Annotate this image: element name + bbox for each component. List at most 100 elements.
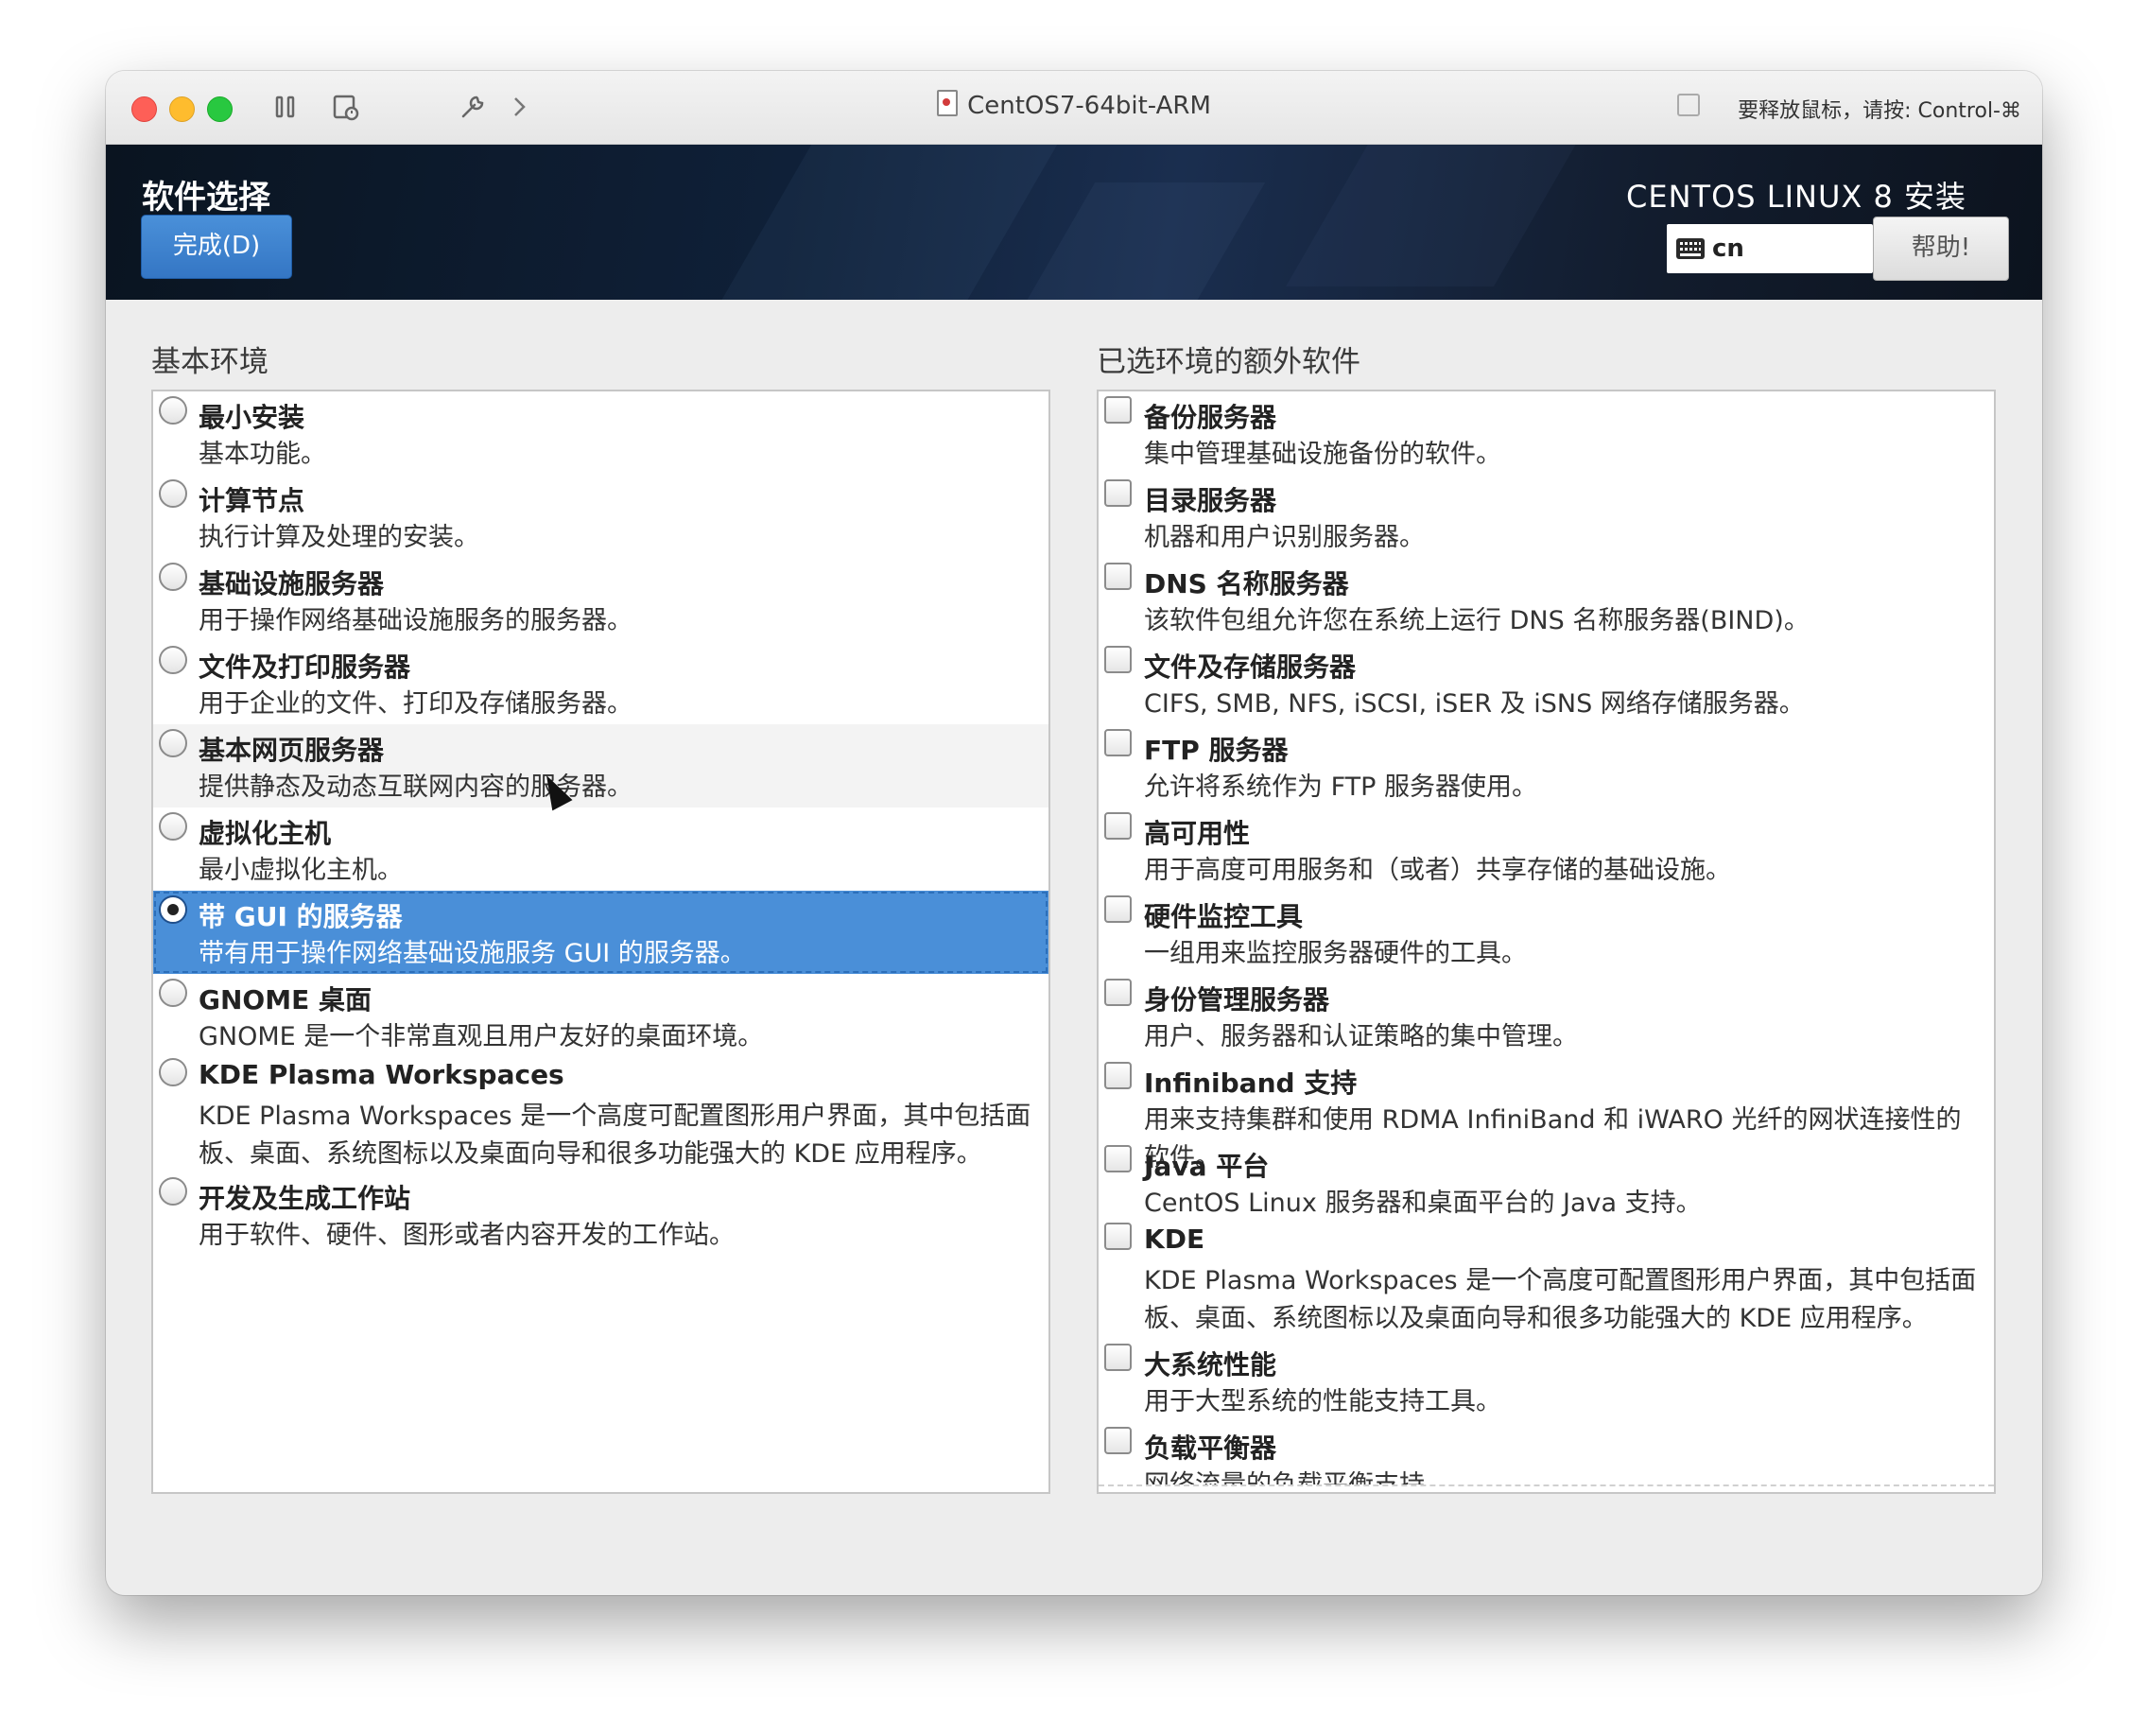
checkbox[interactable] [1104,1427,1132,1454]
option-description: 机器和用户识别服务器。 [1144,523,1425,552]
help-button[interactable]: 帮助! [1873,217,2009,281]
option-description: 用于企业的文件、打印及存储服务器。 [199,689,632,719]
radio-button[interactable] [159,1177,187,1206]
option-name: 备份服务器 [1144,402,1277,433]
option-description: CentOS Linux 服务器和桌面平台的 Java 支持。 [1144,1189,1702,1218]
addon-option[interactable]: KDE KDE Plasma Workspaces 是一个高度可配置图形用户界面，… [1099,1218,1994,1337]
addon-option[interactable]: 大系统性能 用于大型系统的性能支持工具。 [1099,1339,1994,1420]
option-name: KDE Plasma Workspaces [199,1059,564,1090]
option-name: 硬件监控工具 [1144,901,1304,932]
option-name: DNS 名称服务器 [1144,568,1349,599]
option-description: 带有用于操作网络基础设施服务 GUI 的服务器。 [199,939,746,968]
addon-option[interactable]: Infiniband 支持 用来支持集群和使用 RDMA InfiniBand 和… [1099,1057,1994,1172]
option-name: 最小安装 [199,402,305,433]
addon-option[interactable]: Java 平台 CentOS Linux 服务器和桌面平台的 Java 支持。 [1099,1140,1994,1218]
base-env-option[interactable]: KDE Plasma Workspaces KDE Plasma Workspac… [153,1053,1048,1171]
radio-button[interactable] [159,396,187,425]
addon-option[interactable]: 负载平衡器 网络流量的负载平衡支持。 [1099,1422,1994,1492]
keyboard-icon [1676,238,1705,259]
option-name: 计算节点 [199,485,305,516]
base-env-option[interactable]: 基本网页服务器提供静态及动态互联网内容的服务器。 [153,724,1048,807]
addon-option[interactable]: 硬件监控工具一组用来监控服务器硬件的工具。 [1099,891,1994,974]
anaconda-header: 软件选择 完成(D) CENTOS LINUX 8 安装 cn 帮助! [106,145,2042,300]
addon-option[interactable]: DNS 名称服务器该软件包组允许您在系统上运行 DNS 名称服务器(BIND)。 [1099,558,1994,641]
radio-button[interactable] [159,979,187,1007]
done-button[interactable]: 完成(D) [141,215,292,279]
checkbox[interactable] [1104,979,1132,1006]
addon-option[interactable]: FTP 服务器允许将系统作为 FTP 服务器使用。 [1099,724,1994,807]
vm-window: CentOS7-64bit-ARM 要释放鼠标，请按: Control-⌘ 软件… [106,71,2042,1595]
option-description: KDE Plasma Workspaces 是一个高度可配置图形用户界面，其中包… [1144,1266,1977,1333]
radio-button[interactable] [159,646,187,674]
checkbox[interactable] [1104,396,1132,424]
base-env-label: 基本环境 [151,345,268,379]
addon-option[interactable]: 文件及存储服务器 CIFS, SMB, NFS, iSCSI, iSER 及 iS… [1099,641,1994,724]
option-name: 目录服务器 [1144,485,1277,516]
base-env-option[interactable]: 虚拟化主机 最小虚拟化主机。 [153,807,1048,891]
option-description: 用于大型系统的性能支持工具。 [1144,1387,1501,1416]
checkbox[interactable] [1104,1223,1132,1250]
addon-option[interactable]: 目录服务器机器和用户识别服务器。 [1099,475,1994,558]
option-description: 用于高度可用服务和（或者）共享存储的基础设施。 [1144,856,1731,885]
option-description: 提供静态及动态互联网内容的服务器。 [199,773,632,802]
addons-list[interactable]: 备份服务器 集中管理基础设施备份的软件。 目录服务器 机器和用户识别服务器。 DNS 名… [1097,390,1996,1494]
option-name: 带 GUI 的服务器 [199,901,403,932]
option-description: 用户、服务器和认证策略的集中管理。 [1144,1022,1578,1051]
option-name: 身份管理服务器 [1144,984,1330,1016]
radio-button[interactable] [159,812,187,841]
option-name: 负载平衡器 [1144,1432,1277,1464]
option-description: CIFS, SMB, NFS, iSCSI, iSER 及 iSNS 网络存储服… [1144,689,1805,719]
base-env-option[interactable]: 基础设施服务器 用于操作网络基础设施服务的服务器。 [153,558,1048,641]
addon-option[interactable]: 高可用性用于高度可用服务和（或者）共享存储的基础设施。 [1099,807,1994,891]
product-title: CENTOS LINUX 8 安装 [1626,179,1966,215]
checkbox[interactable] [1104,812,1132,840]
checkbox[interactable] [1104,646,1132,673]
option-description: 一组用来监控服务器硬件的工具。 [1144,939,1527,968]
checkbox[interactable] [1104,1145,1132,1172]
vm-document-icon [937,90,959,116]
option-name: 文件及打印服务器 [199,651,411,683]
option-name: 开发及生成工作站 [199,1183,411,1214]
radio-button[interactable] [159,479,187,508]
checkbox[interactable] [1104,563,1132,590]
addon-option[interactable]: 身份管理服务器用户、服务器和认证策略的集中管理。 [1099,974,1994,1057]
option-description: GNOME 是一个非常直观且用户友好的桌面环境。 [199,1022,764,1051]
display-square-icon [1677,94,1700,116]
option-name: Infiniband 支持 [1144,1068,1358,1099]
option-description: 基本功能。 [199,440,326,469]
base-env-option[interactable]: 带 GUI 的服务器带有用于操作网络基础设施服务 GUI 的服务器。 [153,891,1048,974]
option-name: FTP 服务器 [1144,735,1289,766]
keyboard-layout-indicator[interactable]: cn [1667,224,1873,273]
addons-label: 已选环境的额外软件 [1097,345,1360,379]
base-env-list[interactable]: 最小安装基本功能。计算节点执行计算及处理的安装。基础设施服务器 用于操作网络基础设… [151,390,1050,1494]
option-name: Java 平台 [1144,1151,1270,1182]
radio-button[interactable] [159,1058,187,1086]
option-description: 最小虚拟化主机。 [199,856,403,885]
option-description: 该软件包组允许您在系统上运行 DNS 名称服务器(BIND)。 [1144,606,1810,635]
option-name: 高可用性 [1144,818,1251,849]
radio-button[interactable] [159,895,187,924]
checkbox[interactable] [1104,729,1132,756]
option-name: 基本网页服务器 [199,735,385,766]
base-env-option[interactable]: 最小安装 基本功能。 [153,391,1048,475]
scroll-edge [1099,1484,1994,1492]
radio-button[interactable] [159,563,187,591]
checkbox[interactable] [1104,1344,1132,1371]
radio-button[interactable] [159,729,187,757]
addon-option[interactable]: 备份服务器 集中管理基础设施备份的软件。 [1099,391,1994,475]
option-description: 用于软件、硬件、图形或者内容开发的工作站。 [199,1221,735,1250]
spoke-title: 软件选择 [142,179,270,217]
option-description: 执行计算及处理的安装。 [199,523,479,552]
base-env-option[interactable]: GNOME 桌面 GNOME 是一个非常直观且用户友好的桌面环境。 [153,974,1048,1053]
checkbox[interactable] [1104,1062,1132,1089]
base-env-option[interactable]: 开发及生成工作站用于软件、硬件、图形或者内容开发的工作站。 [153,1172,1048,1256]
release-mouse-hint: 要释放鼠标，请按: Control-⌘ [1738,99,2021,123]
base-env-option[interactable]: 文件及打印服务器用于企业的文件、打印及存储服务器。 [153,641,1048,724]
option-description: KDE Plasma Workspaces 是一个高度可配置图形用户界面，其中包… [199,1102,1031,1169]
vm-titlebar: CentOS7-64bit-ARM 要释放鼠标，请按: Control-⌘ [106,71,2042,145]
checkbox[interactable] [1104,479,1132,507]
option-name: GNOME 桌面 [199,984,372,1016]
option-description: 允许将系统作为 FTP 服务器使用。 [1144,773,1537,802]
checkbox[interactable] [1104,895,1132,923]
base-env-option[interactable]: 计算节点执行计算及处理的安装。 [153,475,1048,558]
